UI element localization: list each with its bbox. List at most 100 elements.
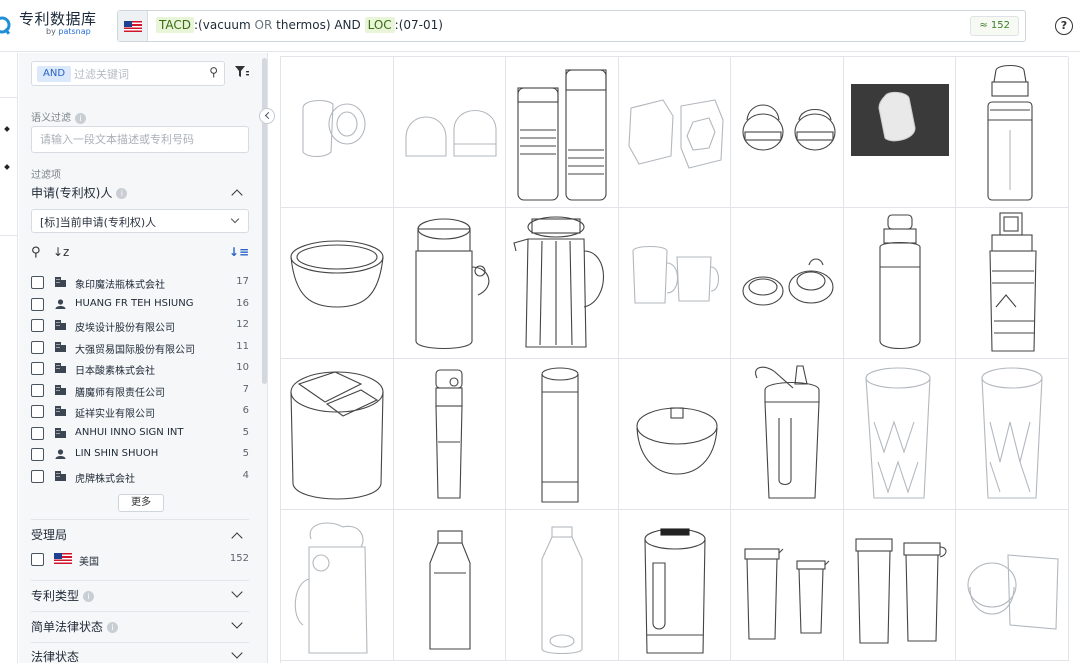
result-thumbnail[interactable] — [731, 359, 844, 510]
search-bar[interactable]: TACD:(vacuum OR thermos) AND LOC:(07-01)… — [117, 10, 1026, 42]
company-icon — [55, 341, 66, 352]
panel-scrollbar[interactable] — [262, 58, 267, 384]
more-button[interactable]: 更多 — [118, 494, 164, 512]
list-item[interactable]: 日本酸素株式会社 10 — [31, 359, 249, 381]
keyword-filter-box: AND ⚲ — [31, 61, 225, 86]
checkbox[interactable] — [31, 405, 44, 418]
patent-type-group-title[interactable]: 专利类型 i — [31, 587, 95, 604]
collapse-panel-button[interactable] — [259, 108, 275, 124]
chevron-down-icon[interactable] — [231, 647, 243, 659]
applicant-list: 象印魔法瓶株式会社 17 HUANG FR TEH HSIUNG 16 皮埃设计… — [31, 273, 249, 488]
checkbox[interactable] — [31, 297, 44, 311]
simple-legal-status-group-title[interactable]: 简单法律状态 i — [31, 618, 119, 635]
result-thumbnail[interactable] — [393, 208, 506, 359]
list-item[interactable]: 膳魔师有限责任公司 7 — [31, 381, 249, 403]
result-thumbnail[interactable] — [281, 208, 394, 359]
checkbox[interactable] — [31, 469, 44, 483]
result-thumbnail[interactable] — [956, 359, 1069, 510]
chevron-up-icon[interactable] — [231, 189, 243, 201]
info-icon[interactable]: i — [83, 591, 95, 602]
company-icon — [55, 406, 66, 416]
logo-icon — [0, 16, 11, 35]
keyword-filter-input[interactable] — [74, 65, 199, 83]
result-thumbnail[interactable] — [956, 208, 1069, 359]
result-thumbnail[interactable] — [843, 57, 956, 208]
info-icon[interactable]: i — [75, 112, 86, 124]
search-icon[interactable]: ⚲ — [209, 65, 218, 79]
filter-funnel-icon[interactable] — [235, 66, 249, 78]
result-thumbnail[interactable] — [393, 359, 506, 510]
list-item[interactable]: 延祥实业有限公司 6 — [31, 402, 249, 424]
result-thumbnail[interactable] — [618, 510, 731, 661]
filter-panel: AND ⚲ 语义过滤i 过滤项 申请(专利权)人i [标]当前申请(专利权)人 … — [19, 53, 268, 663]
applicant-type-select[interactable]: [标]当前申请(专利权)人 — [31, 209, 249, 233]
results-grid — [280, 56, 1069, 663]
result-thumbnail[interactable] — [618, 57, 731, 208]
applicant-tools: ⚲ ↓z ↓≡ — [31, 245, 249, 263]
company-icon — [55, 470, 66, 481]
company-icon — [55, 320, 66, 330]
left-nav-stub — [0, 53, 18, 663]
list-item[interactable]: HUANG FR TEH HSIUNG 16 — [31, 295, 249, 317]
result-thumbnail[interactable] — [393, 510, 506, 661]
list-item[interactable]: 美国 152 — [31, 550, 249, 572]
result-thumbnail[interactable] — [506, 208, 619, 359]
result-thumbnail[interactable] — [843, 510, 956, 661]
checkbox[interactable] — [31, 362, 44, 375]
company-icon — [55, 363, 66, 373]
info-icon[interactable]: i — [116, 188, 128, 199]
semantic-filter-input[interactable] — [31, 126, 249, 153]
checkbox[interactable] — [31, 426, 44, 440]
list-item[interactable]: 象印魔法瓶株式会社 17 — [31, 273, 249, 295]
checkbox[interactable] — [31, 276, 44, 289]
result-thumbnail[interactable] — [843, 208, 956, 359]
country-selector[interactable] — [118, 11, 148, 41]
result-thumbnail[interactable] — [843, 359, 956, 510]
list-item[interactable]: LIN SHIN SHUOH 5 — [31, 445, 249, 467]
nav-marker-icon[interactable] — [4, 126, 10, 132]
chevron-down-icon[interactable] — [231, 617, 243, 629]
brand-subtitle: by patsnap — [46, 27, 91, 36]
checkbox[interactable] — [31, 319, 44, 332]
list-item[interactable]: 虎牌株式会社 4 — [31, 467, 249, 489]
result-thumbnail[interactable] — [731, 510, 844, 661]
result-thumbnail[interactable] — [731, 208, 844, 359]
legal-status-group-title[interactable]: 法律状态 — [31, 648, 79, 663]
search-icon[interactable]: ⚲ — [31, 245, 41, 260]
checkbox[interactable] — [31, 340, 44, 354]
filter-items-label: 过滤项 — [31, 170, 61, 181]
checkbox[interactable] — [31, 553, 44, 566]
result-thumbnail[interactable] — [506, 510, 619, 661]
result-thumbnail[interactable] — [618, 208, 731, 359]
and-toggle[interactable]: AND — [37, 66, 72, 82]
chevron-down-icon[interactable] — [231, 586, 243, 598]
help-icon[interactable]: ? — [1055, 17, 1073, 35]
result-thumbnail[interactable] — [956, 57, 1069, 208]
list-item[interactable]: ANHUI INNO SIGN INT 5 — [31, 424, 249, 446]
search-query[interactable]: TACD:(vacuum OR thermos) AND LOC:(07-01) — [156, 17, 443, 33]
result-thumbnail[interactable] — [506, 359, 619, 510]
sort-count-icon[interactable]: ↓≡ — [229, 245, 249, 259]
chevron-up-icon[interactable] — [231, 532, 243, 544]
info-icon[interactable]: i — [107, 622, 119, 633]
result-thumbnail[interactable] — [281, 57, 394, 208]
sort-alpha-icon[interactable]: ↓z — [53, 245, 69, 259]
list-item[interactable]: 皮埃设计股份有限公司 12 — [31, 316, 249, 338]
result-thumbnail[interactable] — [618, 359, 731, 510]
result-thumbnail[interactable] — [393, 57, 506, 208]
result-thumbnail[interactable] — [281, 510, 394, 661]
nav-marker-icon[interactable] — [4, 164, 10, 170]
applicant-group-title[interactable]: 申请(专利权)人 i — [31, 184, 128, 201]
list-item[interactable]: 大强贸易国际股份有限公司 11 — [31, 338, 249, 360]
result-thumbnail[interactable] — [281, 359, 394, 510]
company-icon — [55, 277, 66, 287]
checkbox[interactable] — [31, 383, 44, 397]
checkbox[interactable] — [31, 448, 44, 461]
result-thumbnail[interactable] — [956, 510, 1069, 661]
top-bar: 专利数据库 by patsnap TACD:(vacuum OR thermos… — [0, 0, 1080, 52]
brand-title: 专利数据库 — [19, 10, 97, 28]
result-count-badge: ≈ 152 — [970, 16, 1019, 36]
result-thumbnail[interactable] — [731, 57, 844, 208]
office-group-title[interactable]: 受理局 — [31, 526, 67, 543]
result-thumbnail[interactable] — [506, 57, 619, 208]
